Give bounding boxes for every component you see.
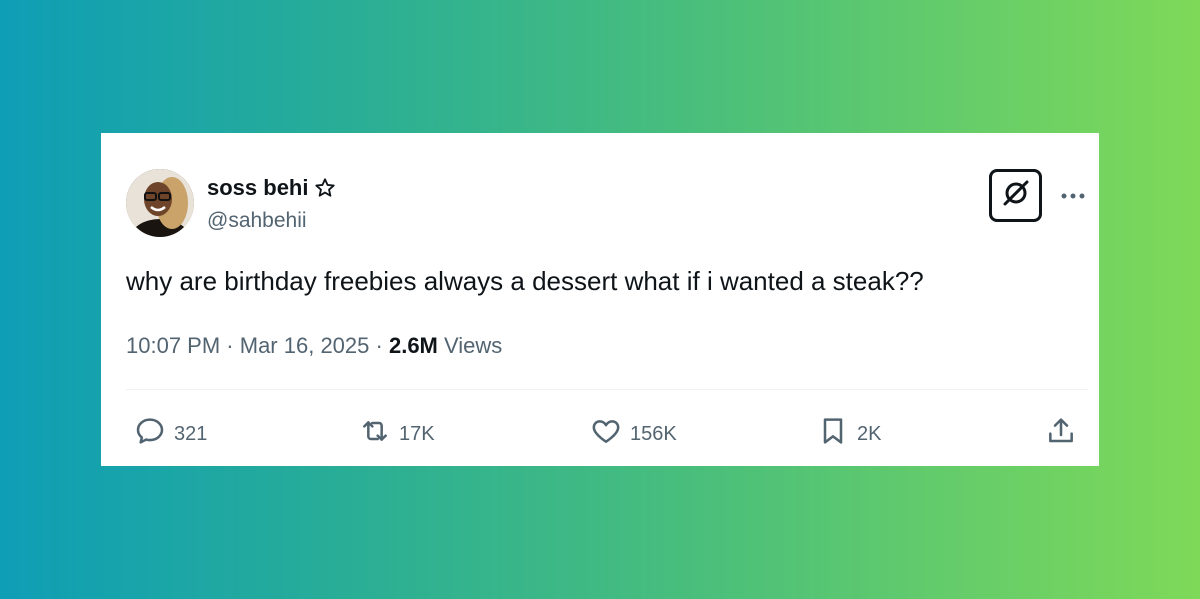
tweet-date[interactable]: Mar 16, 2025 (240, 333, 370, 358)
more-button[interactable] (1058, 181, 1088, 205)
repost-count: 17K (399, 422, 435, 445)
tweet-card: soss behi @sahbehii why are birthday fre… (101, 133, 1099, 466)
tweet-time[interactable]: 10:07 PM (126, 333, 220, 358)
divider (126, 389, 1088, 390)
heart-icon (590, 415, 622, 453)
share-icon (1045, 415, 1077, 453)
author-name[interactable]: soss behi (207, 175, 308, 201)
like-count: 156K (630, 422, 677, 445)
retweet-icon (359, 415, 391, 453)
tweet-meta: 10:07 PM · Mar 16, 2025 · 2.6M Views (126, 333, 502, 359)
meta-separator: · (375, 333, 383, 358)
avatar[interactable] (126, 169, 194, 237)
views-count: 2.6M (388, 333, 438, 358)
like-button[interactable]: 156K (590, 415, 677, 453)
grok-button[interactable] (989, 169, 1042, 222)
bookmark-count: 2K (857, 422, 882, 445)
author-handle[interactable]: @sahbehii (207, 209, 307, 233)
share-button[interactable] (1045, 415, 1077, 453)
star-outline-icon (314, 177, 336, 199)
bookmark-icon (817, 415, 849, 453)
reply-button[interactable]: 321 (134, 415, 207, 453)
more-icon (1060, 180, 1086, 206)
grok-icon (999, 176, 1033, 215)
tweet-text: why are birthday freebies always a desse… (126, 266, 924, 296)
author-row: soss behi (207, 175, 336, 201)
repost-button[interactable]: 17K (359, 415, 435, 453)
reply-icon (134, 415, 166, 453)
views-label: Views (444, 333, 503, 358)
reply-count: 321 (174, 422, 208, 445)
meta-separator: · (226, 333, 234, 358)
bookmark-button[interactable]: 2K (817, 415, 881, 453)
